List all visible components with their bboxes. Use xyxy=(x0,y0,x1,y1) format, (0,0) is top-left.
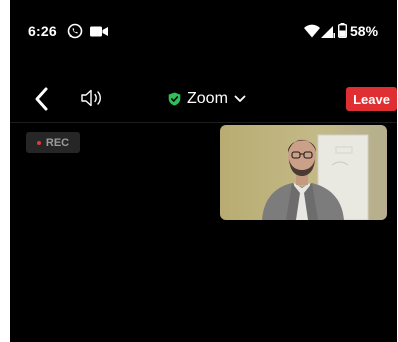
wifi-icon xyxy=(304,24,320,38)
battery-percent: 58% xyxy=(350,23,379,39)
shield-check-icon xyxy=(168,92,181,106)
record-dot-icon xyxy=(36,140,41,145)
recording-badge: REC xyxy=(26,132,80,153)
recording-label: REC xyxy=(45,136,70,149)
signal-icon xyxy=(321,26,335,38)
status-time: 6:26 xyxy=(28,23,57,39)
meeting-info-button[interactable]: Zoom xyxy=(168,88,246,110)
chevron-left-icon[interactable] xyxy=(32,86,52,112)
battery-icon xyxy=(338,23,347,38)
participant-video-image xyxy=(220,125,387,220)
meeting-toolbar: Zoom Leave xyxy=(10,80,397,123)
video-camera-icon xyxy=(90,26,108,37)
meeting-title: Zoom xyxy=(187,90,228,107)
leave-button[interactable]: Leave xyxy=(346,87,397,111)
chevron-down-icon xyxy=(234,95,246,102)
speaker-icon[interactable] xyxy=(80,87,106,109)
whatsapp-icon xyxy=(67,23,83,39)
meeting-screen: 6:26 58% Zoom Leave REC xyxy=(10,0,397,342)
status-bar: 6:26 58% xyxy=(10,0,397,62)
self-video-tile[interactable] xyxy=(220,125,387,220)
